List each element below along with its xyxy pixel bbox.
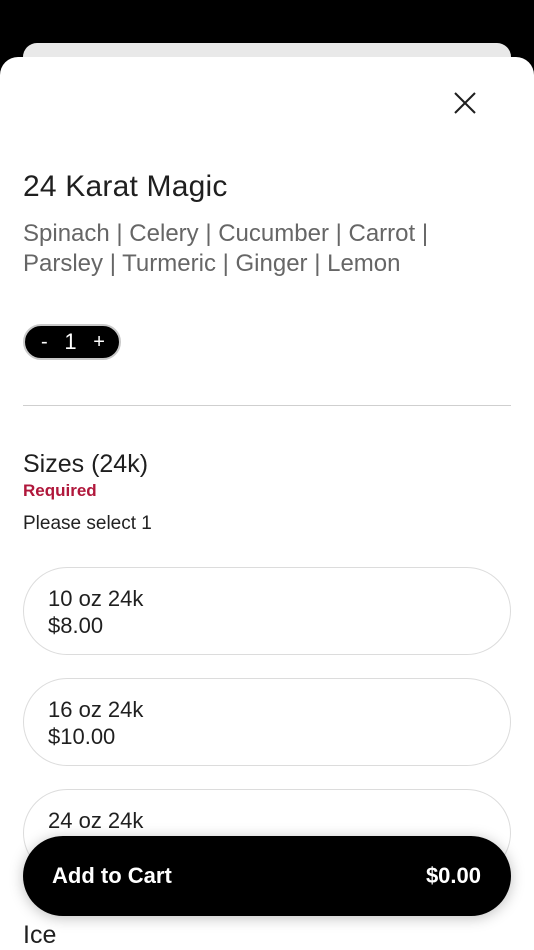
add-to-cart-button[interactable]: Add to Cart $0.00 [23, 836, 511, 916]
quantity-stepper: - 1 + [23, 324, 121, 360]
decrement-button[interactable]: - [41, 332, 48, 352]
size-option-10oz[interactable]: 10 oz 24k $8.00 [23, 567, 511, 655]
product-description: Spinach | Celery | Cucumber | Carrot | P… [23, 220, 429, 277]
divider [23, 405, 511, 406]
add-to-cart-label: Add to Cart [52, 863, 172, 888]
product-title: 24 Karat Magic [23, 170, 228, 203]
option-name: 24 oz 24k [48, 808, 144, 833]
size-option-16oz[interactable]: 16 oz 24k $10.00 [23, 678, 511, 766]
option-price: $10.00 [48, 724, 116, 749]
quantity-value: 1 [64, 329, 77, 354]
ice-section-title: Ice [23, 921, 57, 949]
required-badge: Required [23, 481, 97, 500]
option-name: 16 oz 24k [48, 697, 144, 722]
selection-instruction: Please select 1 [23, 513, 152, 534]
option-price: $8.00 [48, 613, 104, 638]
increment-button[interactable]: + [93, 332, 105, 352]
sizes-section-title: Sizes (24k) [23, 450, 149, 478]
item-detail-sheet: 24 Karat Magic Spinach | Celery | Cucumb… [0, 57, 534, 950]
cart-total: $0.00 [425, 863, 481, 888]
close-button[interactable] [449, 87, 481, 119]
option-name: 10 oz 24k [48, 586, 144, 611]
close-icon [454, 92, 476, 114]
